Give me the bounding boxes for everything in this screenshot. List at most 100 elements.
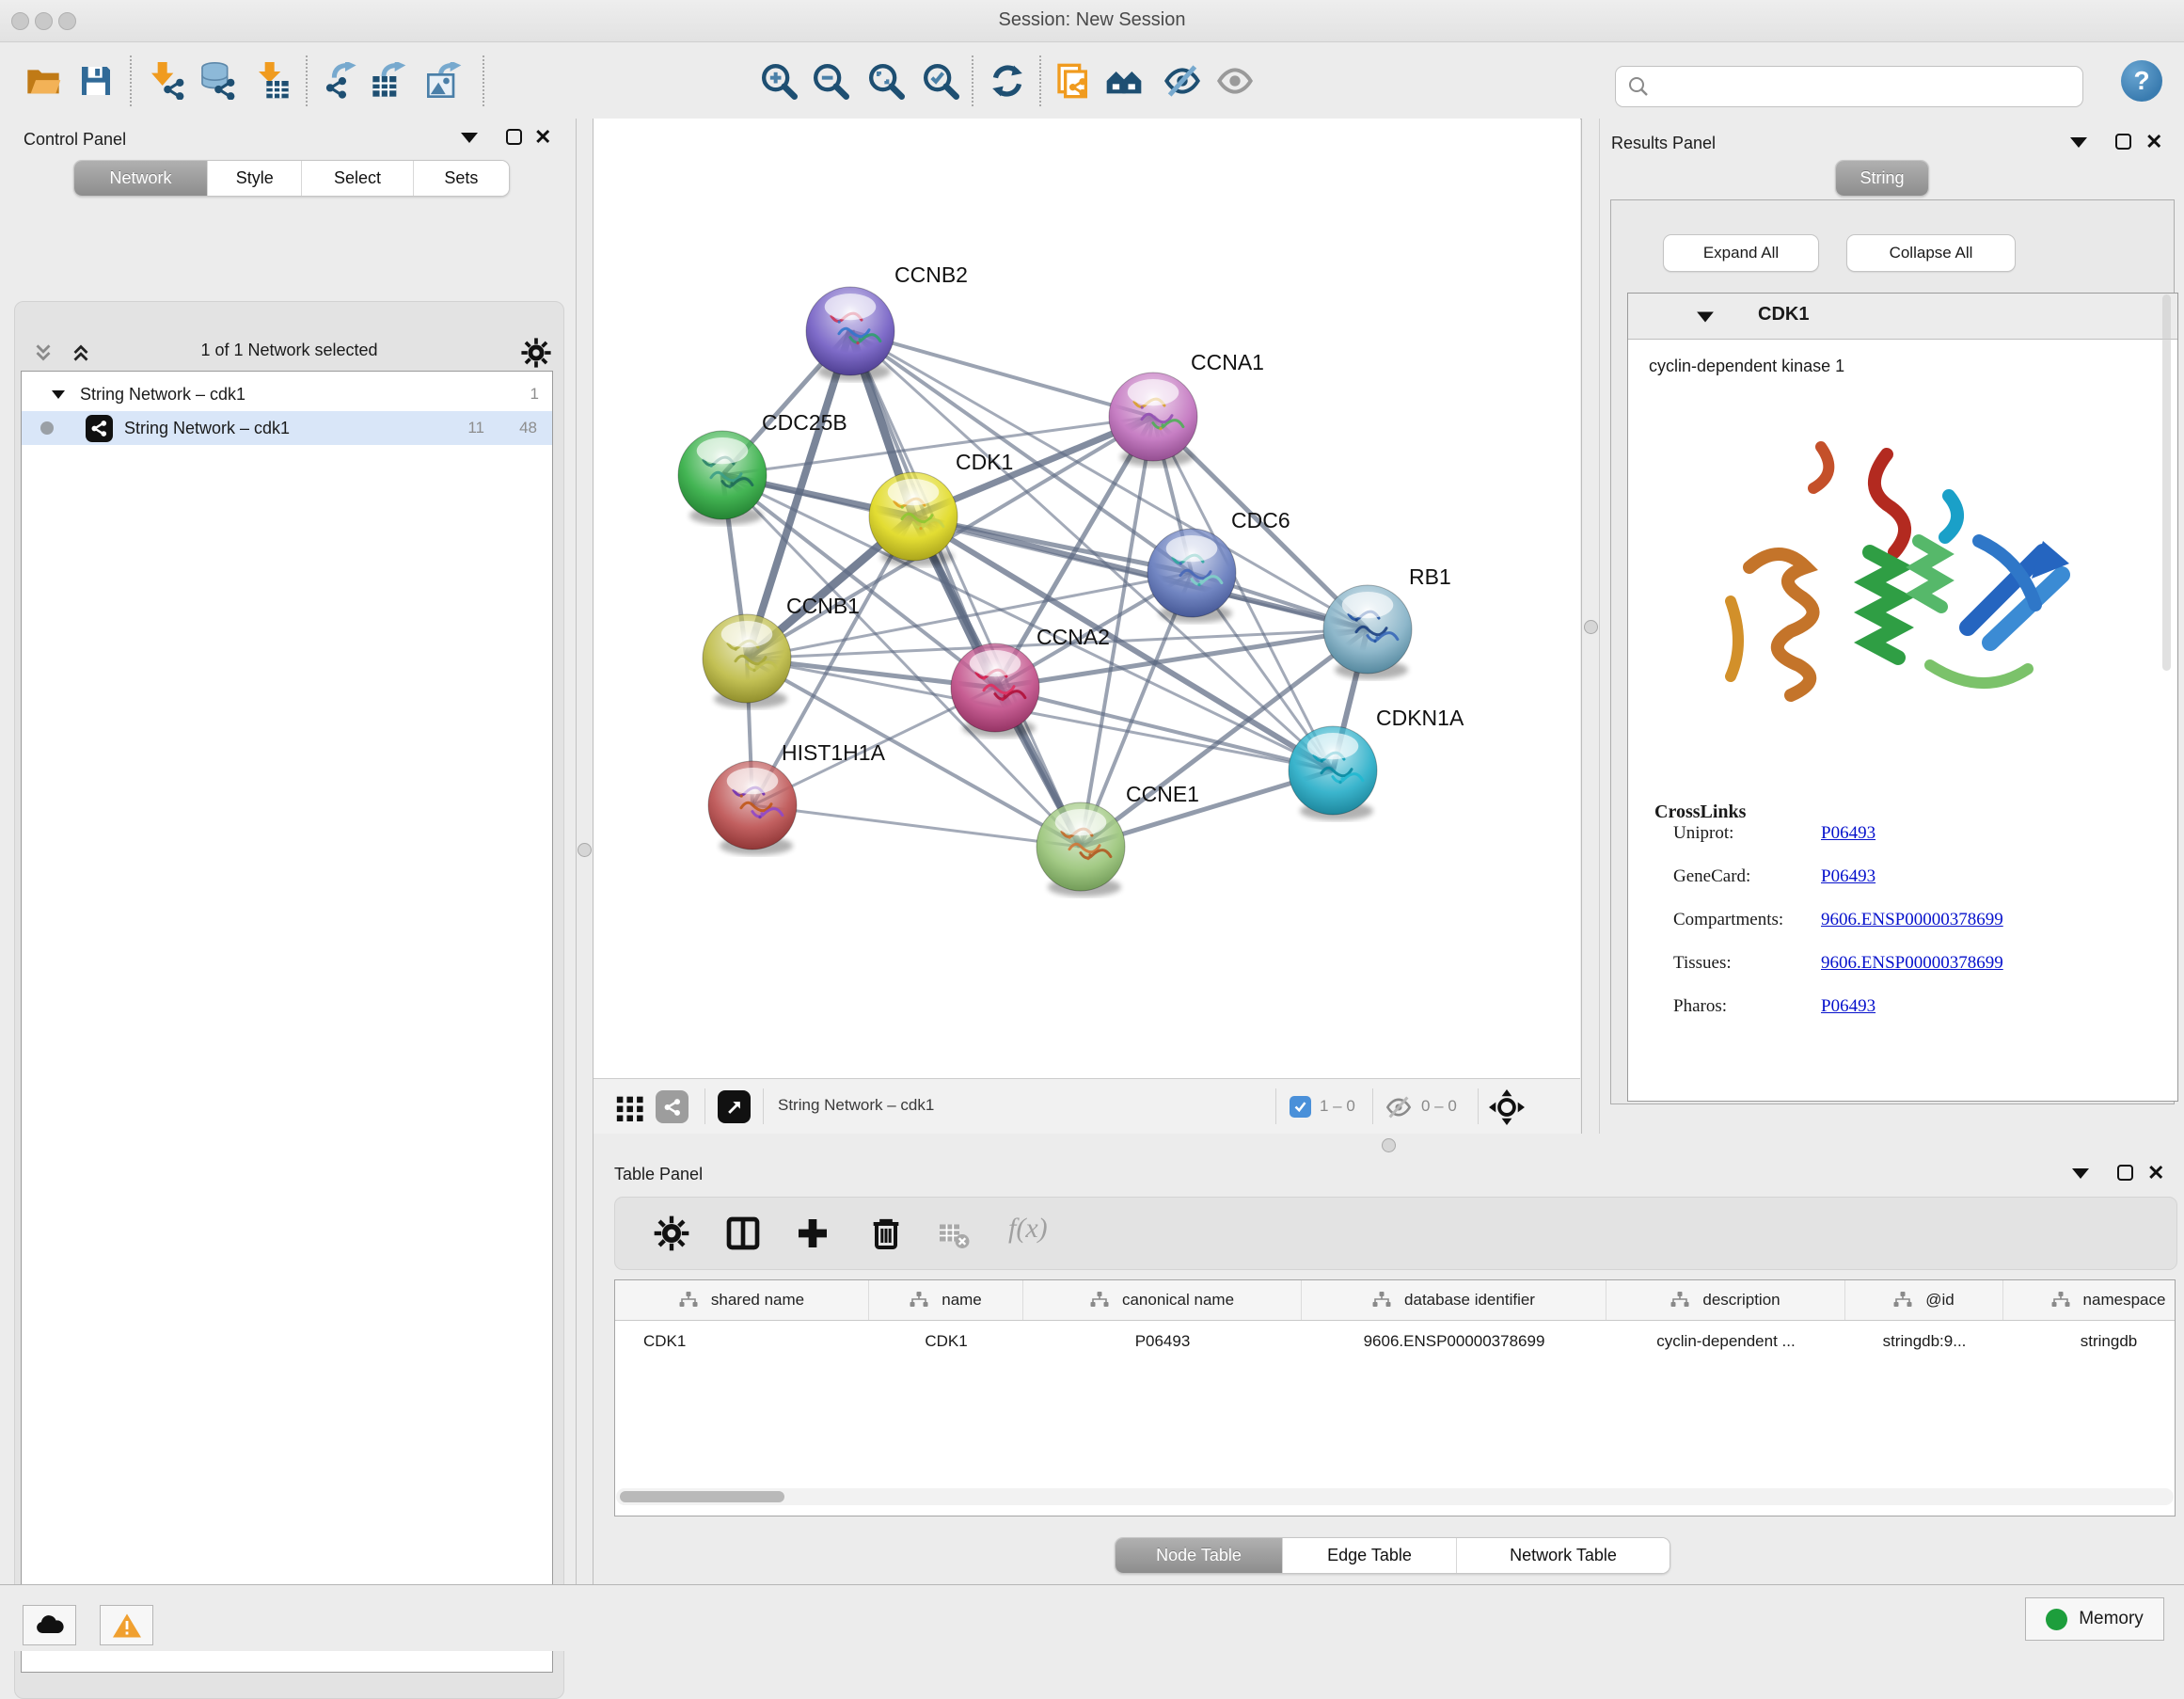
tab-select[interactable]: Select <box>301 161 412 196</box>
table-hscrollbar-thumb[interactable] <box>620 1491 784 1502</box>
tree-expand-icon[interactable] <box>50 386 67 403</box>
column-header-shared-name[interactable]: shared name <box>615 1280 869 1320</box>
pan-crosshair-icon[interactable] <box>1489 1089 1525 1125</box>
crosslink-link[interactable]: P06493 <box>1821 996 1875 1017</box>
horizontal-splitter[interactable] <box>593 1134 2184 1157</box>
zoom-fit-icon[interactable] <box>867 62 905 100</box>
zoom-selected-icon[interactable] <box>922 62 959 100</box>
tab-node-table[interactable]: Node Table <box>1116 1538 1282 1573</box>
network-canvas[interactable]: CCNB2CCNA1CDC25BCDK1CDC6RB1CCNB1CCNA2CDK… <box>593 119 1580 1078</box>
column-header-description[interactable]: description <box>1606 1280 1845 1320</box>
results-panel-float-icon[interactable] <box>2115 134 2131 150</box>
show-columns-icon[interactable] <box>724 1215 762 1252</box>
tab-string[interactable]: String <box>1836 161 1928 196</box>
selected-checkbox-icon[interactable] <box>1290 1096 1311 1118</box>
open-session-icon[interactable] <box>24 62 62 100</box>
network-node-cdc6[interactable] <box>1147 529 1236 623</box>
left-splitter[interactable] <box>577 119 593 1584</box>
open-in-window-icon[interactable] <box>718 1090 751 1123</box>
table-cell[interactable]: CDK1 <box>615 1321 869 1362</box>
column-header-name[interactable]: name <box>869 1280 1023 1320</box>
tab-network-table[interactable]: Network Table <box>1456 1538 1670 1573</box>
network-node-ccna1[interactable] <box>1109 373 1197 467</box>
column-header-canonical-name[interactable]: canonical name <box>1023 1280 1302 1320</box>
crosslink-link[interactable]: 9606.ENSP00000378699 <box>1821 953 2003 974</box>
table-row[interactable]: CDK1CDK1P064939606.ENSP00000378699cyclin… <box>615 1321 2175 1362</box>
network-edge[interactable] <box>850 331 1081 847</box>
crosslink-link[interactable]: 9606.ENSP00000378699 <box>1821 910 2003 930</box>
network-badge-icon[interactable] <box>656 1090 688 1123</box>
control-panel-close-icon[interactable]: ✕ <box>534 129 551 145</box>
warnings-button[interactable] <box>100 1605 153 1645</box>
import-network-file-icon[interactable] <box>147 62 184 100</box>
network-node-cdc25b[interactable] <box>678 431 767 525</box>
cloud-button[interactable] <box>23 1605 76 1645</box>
table-cell[interactable]: stringdb <box>2003 1321 2176 1362</box>
export-network-icon[interactable] <box>322 62 359 100</box>
splitter-handle[interactable] <box>1382 1138 1396 1152</box>
network-node-ccna2[interactable] <box>951 643 1039 738</box>
import-network-database-icon[interactable] <box>198 62 235 100</box>
crosslink-link[interactable]: P06493 <box>1821 823 1875 844</box>
network-node-rb1[interactable] <box>1323 585 1412 679</box>
search-input[interactable] <box>1650 76 2058 97</box>
table-cell[interactable]: P06493 <box>1023 1321 1302 1362</box>
show-all-icon[interactable] <box>1216 62 1254 100</box>
hide-selected-icon[interactable] <box>1163 62 1201 100</box>
control-panel-float-icon[interactable] <box>506 129 522 145</box>
network-node-ccne1[interactable] <box>1037 802 1125 897</box>
expand-all-button[interactable]: Expand All <box>1663 234 1819 272</box>
splitter-handle[interactable] <box>1584 620 1598 634</box>
export-image-icon[interactable] <box>425 62 463 100</box>
table-cell[interactable]: cyclin-dependent ... <box>1606 1321 1845 1362</box>
help-icon[interactable]: ? <box>2121 60 2162 102</box>
table-cell[interactable]: stringdb:9... <box>1845 1321 2003 1362</box>
table-cell[interactable]: 9606.ENSP00000378699 <box>1302 1321 1606 1362</box>
crosslink-label: Tissues: <box>1673 953 1732 974</box>
import-table-icon[interactable] <box>254 62 292 100</box>
zoom-in-icon[interactable] <box>760 62 798 100</box>
results-panel-close-icon[interactable]: ✕ <box>2145 134 2162 150</box>
node-table[interactable]: shared namenamecanonical namedatabase id… <box>614 1279 2176 1516</box>
results-scrollbar[interactable] <box>2162 294 2171 671</box>
column-header-namespace[interactable]: namespace <box>2003 1280 2176 1320</box>
network-node-cdkn1a[interactable] <box>1289 726 1377 820</box>
network-node-ccnb1[interactable] <box>703 614 791 708</box>
network-node-hist1h1a[interactable] <box>708 761 797 855</box>
tab-sets[interactable]: Sets <box>413 161 509 196</box>
export-table-icon[interactable] <box>370 62 407 100</box>
table-gear-icon[interactable] <box>653 1215 690 1252</box>
grid-view-icon[interactable] <box>614 1091 646 1123</box>
tab-style[interactable]: Style <box>207 161 301 196</box>
table-panel-close-icon[interactable]: ✕ <box>2147 1165 2164 1181</box>
control-panel-menu-icon[interactable] <box>461 133 478 143</box>
search-field[interactable] <box>1615 66 2083 107</box>
collapse-section-icon[interactable] <box>1696 309 1715 326</box>
network-tree-child-row[interactable]: String Network – cdk1 11 48 <box>22 411 552 445</box>
protein-card-header[interactable]: CDK1 <box>1628 294 2177 340</box>
network-tree-root-row[interactable]: String Network – cdk1 1 <box>22 377 552 411</box>
zoom-out-icon[interactable] <box>812 62 849 100</box>
refresh-icon[interactable] <box>989 62 1026 100</box>
delete-column-icon[interactable] <box>867 1215 905 1252</box>
duplicate-network-icon[interactable] <box>1054 62 1092 100</box>
collapse-all-button[interactable]: Collapse All <box>1846 234 2016 272</box>
tab-network[interactable]: Network <box>74 161 207 196</box>
table-cell[interactable]: CDK1 <box>869 1321 1023 1362</box>
column-header-database-identifier[interactable]: database identifier <box>1302 1280 1606 1320</box>
save-session-icon[interactable] <box>77 62 115 100</box>
splitter-handle[interactable] <box>578 843 592 857</box>
network-edge[interactable] <box>752 805 1081 847</box>
column-header-id[interactable]: @id <box>1845 1280 2003 1320</box>
table-panel-menu-icon[interactable] <box>2072 1168 2089 1179</box>
network-options-gear-icon[interactable] <box>520 337 552 369</box>
tab-edge-table[interactable]: Edge Table <box>1282 1538 1456 1573</box>
table-hscrollbar[interactable] <box>616 1488 2174 1505</box>
add-column-icon[interactable] <box>794 1215 831 1252</box>
crosslink-link[interactable]: P06493 <box>1821 866 1875 887</box>
neighbors-icon[interactable] <box>1105 62 1143 100</box>
memory-button[interactable]: Memory <box>2025 1597 2164 1641</box>
table-panel-float-icon[interactable] <box>2117 1165 2133 1181</box>
results-panel-menu-icon[interactable] <box>2070 137 2087 148</box>
right-splitter[interactable] <box>1581 119 1600 1134</box>
